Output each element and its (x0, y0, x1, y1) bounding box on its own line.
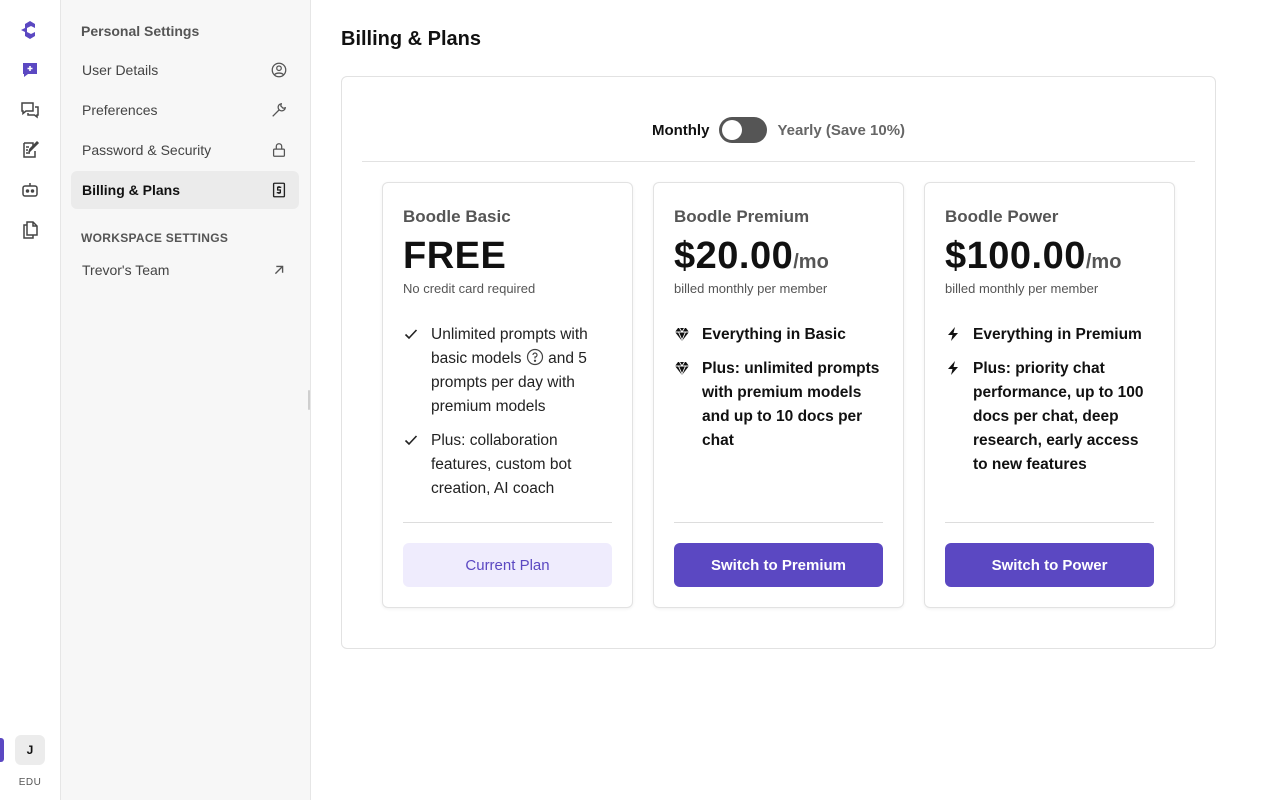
current-plan-button[interactable]: Current Plan (403, 543, 612, 587)
divider (362, 161, 1195, 162)
billing-period-toggle-row: Monthly Yearly (Save 10%) (342, 117, 1215, 143)
feature-item: Plus: unlimited prompts with premium mod… (674, 357, 884, 453)
sidebar-item-user-details[interactable]: User Details (71, 51, 299, 89)
feature-item: Plus: collaboration features, custom bot… (403, 429, 613, 501)
sidebar-item-label: User Details (82, 62, 159, 78)
arrow-up-right-icon (274, 265, 284, 275)
card-divider (403, 522, 612, 523)
feature-item: Plus: priority chat performance, up to 1… (945, 357, 1155, 477)
avatar[interactable]: J (15, 735, 45, 765)
user-circle-icon (271, 62, 287, 78)
price-period: /mo (793, 251, 829, 273)
bots-icon[interactable] (15, 175, 45, 205)
prompts-icon[interactable] (15, 135, 45, 165)
check-icon (403, 323, 423, 347)
personal-settings-heading: Personal Settings (81, 23, 200, 39)
plan-name: Boodle Premium (674, 207, 810, 226)
edu-badge: EDU (18, 777, 42, 788)
plan-subtitle: billed monthly per member (945, 281, 1099, 296)
plan-subtitle: billed monthly per member (674, 281, 828, 296)
price-period: /mo (1085, 251, 1122, 273)
plan-price: $100.00/mo (945, 235, 1121, 278)
feature-item: Everything in Premium (945, 323, 1155, 347)
price-amount: $100.00 (945, 235, 1086, 277)
sidebar-item-preferences[interactable]: Preferences (71, 91, 299, 129)
sidebar-item-label: Password & Security (82, 142, 212, 158)
feature-list: Unlimited prompts with basic models and … (403, 323, 613, 511)
lock-icon (272, 143, 286, 157)
billing-period-switch[interactable] (719, 117, 768, 143)
sidebar-item-billing-plans[interactable]: Billing & Plans (71, 171, 299, 209)
bolt-icon (945, 357, 965, 381)
feature-text: Everything in Premium (973, 326, 1142, 343)
billing-icon (272, 182, 286, 198)
monthly-label[interactable]: Monthly (652, 122, 710, 139)
page-title: Billing & Plans (341, 28, 482, 50)
sidebar-item-label: Preferences (82, 102, 158, 118)
feature-list: Everything in Premium Plus: priority cha… (945, 323, 1155, 487)
docs-icon[interactable] (15, 215, 45, 245)
sidebar-item-team[interactable]: Trevor's Team (71, 251, 299, 289)
feature-list: Everything in Basic Plus: unlimited prom… (674, 323, 884, 463)
yearly-label[interactable]: Yearly (Save 10%) (777, 122, 905, 139)
wrench-icon (272, 102, 287, 117)
plan-price: $20.00/mo (674, 235, 829, 278)
plan-card-power: Boodle Power $100.00/mo billed monthly p… (924, 182, 1175, 608)
switch-to-premium-button[interactable]: Switch to Premium (674, 543, 883, 587)
feature-text: Plus: priority chat performance, up to 1… (973, 360, 1144, 473)
check-icon (403, 429, 423, 453)
bolt-icon (945, 323, 965, 347)
help-circle-icon[interactable] (526, 348, 544, 366)
billing-panel: Monthly Yearly (Save 10%) Boodle Basic F… (341, 76, 1216, 649)
icon-rail: J EDU (0, 0, 61, 800)
plan-name: Boodle Basic (403, 207, 511, 226)
sidebar-item-password-security[interactable]: Password & Security (71, 131, 299, 169)
sidebar-item-label: Trevor's Team (82, 262, 170, 278)
feature-text: Plus: unlimited prompts with premium mod… (702, 360, 880, 449)
switch-knob (722, 120, 743, 140)
feature-item: Unlimited prompts with basic models and … (403, 323, 613, 419)
gem-icon (674, 323, 694, 347)
feature-item: Everything in Basic (674, 323, 884, 347)
price-amount: $20.00 (674, 235, 794, 277)
plan-card-basic: Boodle Basic FREE No credit card require… (382, 182, 633, 608)
sidebar-resize-handle[interactable] (308, 390, 310, 410)
switch-to-power-button[interactable]: Switch to Power (945, 543, 1154, 587)
plan-name: Boodle Power (945, 207, 1059, 226)
feature-text: Everything in Basic (702, 326, 846, 343)
logo-icon[interactable] (15, 15, 45, 45)
chats-icon[interactable] (15, 95, 45, 125)
workspace-settings-heading: WORKSPACE SETTINGS (81, 231, 229, 245)
new-chat-icon[interactable] (15, 55, 45, 85)
settings-sidebar: Personal Settings User Details Preferenc… (61, 0, 311, 800)
feature-text: Unlimited prompts with basic models and … (431, 326, 588, 415)
feature-text: Plus: collaboration features, custom bot… (431, 432, 572, 497)
sidebar-item-label: Billing & Plans (82, 182, 181, 198)
gem-icon (674, 357, 694, 381)
active-indicator (0, 738, 4, 762)
card-divider (945, 522, 1154, 523)
card-divider (674, 522, 883, 523)
plan-card-premium: Boodle Premium $20.00/mo billed monthly … (653, 182, 904, 608)
plan-price: FREE (403, 235, 506, 278)
price-amount: FREE (403, 235, 507, 277)
plan-subtitle: No credit card required (403, 281, 536, 296)
